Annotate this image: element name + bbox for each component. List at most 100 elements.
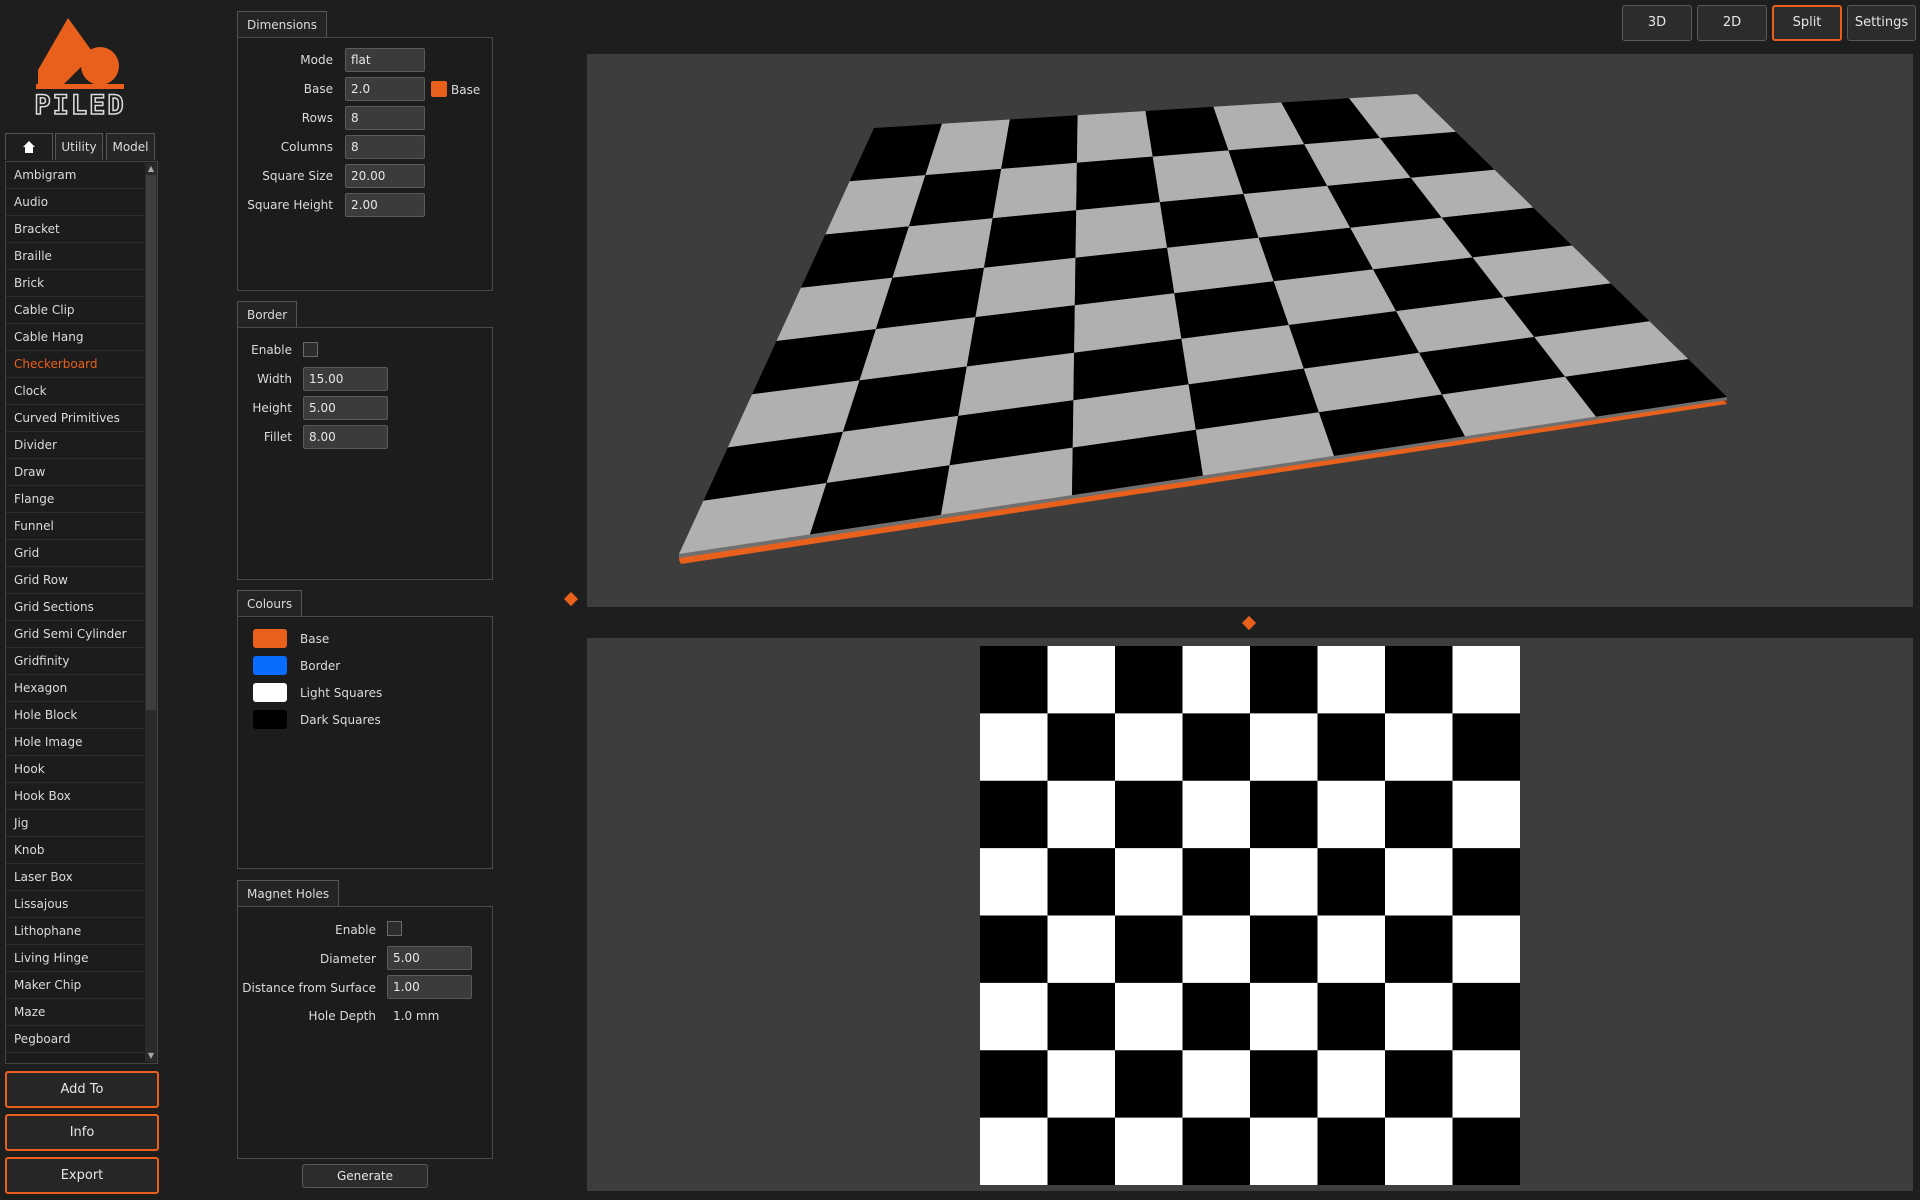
board-square [1317,848,1386,916]
settings-button[interactable]: Settings [1847,5,1916,41]
rows-input[interactable]: 8 [345,106,425,130]
list-item[interactable]: Lithophane [6,918,144,945]
list-item[interactable]: Maze [6,999,144,1026]
list-item[interactable]: Gridfinity [6,648,144,675]
board-square [1115,1050,1183,1119]
info-button[interactable]: Info [5,1114,159,1151]
border-fillet-input[interactable]: 8.00 [303,425,388,449]
board-square-3d [984,210,1077,268]
list-item[interactable]: Maker Chip [6,972,144,999]
colour-label: Border [300,659,341,673]
magnet-enable-label: Enable [335,923,376,937]
square-height-input[interactable]: 2.00 [345,193,425,217]
list-item[interactable]: Cable Clip [6,297,144,324]
mode-select[interactable]: flat [345,48,425,72]
list-item[interactable]: Funnel [6,513,144,540]
colour-swatch[interactable] [253,710,287,729]
view-3d-button[interactable]: 3D [1622,5,1692,41]
board-square [1452,982,1520,1051]
list-item[interactable]: Hole Image [6,729,144,756]
list-item[interactable]: Laser Box [6,864,144,891]
base-input[interactable]: 2.0 [345,77,425,101]
list-item[interactable]: Flange [6,486,144,513]
square-height-label: Square Height [247,198,333,212]
view-2d-button[interactable]: 2D [1697,5,1767,41]
board-square [1385,713,1453,782]
tab-home[interactable] [5,133,53,160]
list-item[interactable]: Bracket [6,216,144,243]
list-item[interactable]: Lissajous [6,891,144,918]
board-square [1182,1117,1251,1185]
view-split-button[interactable]: Split [1772,5,1842,41]
square-size-input[interactable]: 20.00 [345,164,425,188]
board-square-3d [1152,150,1244,203]
board-square [1452,713,1520,782]
add-to-button[interactable]: Add To [5,1071,159,1108]
list-item[interactable]: Hook Box [6,783,144,810]
list-item[interactable]: Cable Hang [6,324,144,351]
board-square [1115,1117,1183,1185]
board-square-3d [1076,156,1160,211]
model-list[interactable]: Ambigram Audio Bracket Braille Brick Cable Cl… [5,161,158,1064]
list-item[interactable]: Knob [6,837,144,864]
list-item[interactable]: Brick [6,270,144,297]
list-item[interactable]: Grid [6,540,144,567]
viewport-2d[interactable] [587,638,1913,1191]
list-item[interactable]: Living Hinge [6,945,144,972]
board-square [1115,780,1183,849]
viewport-3d[interactable] [587,54,1913,607]
tab-model[interactable]: Model [106,133,155,160]
list-item[interactable]: Hook [6,756,144,783]
distance-input[interactable]: 1.00 [387,975,472,999]
list-item[interactable]: Jig [6,810,144,837]
board-square [1250,713,1318,782]
magnet-enable-checkbox[interactable] [387,921,402,936]
list-item[interactable]: Grid Semi Cylinder [6,621,144,648]
board-square [1317,646,1386,714]
tab-utility[interactable]: Utility [55,133,103,160]
list-item[interactable]: Pegboard [6,1026,144,1053]
board-square [1452,1117,1520,1185]
diameter-label: Diameter [319,952,376,966]
list-item[interactable]: Draw [6,459,144,486]
board-square [1047,982,1116,1051]
colour-swatch[interactable] [253,629,287,648]
colour-swatch[interactable] [253,683,287,702]
board-square [1385,848,1453,916]
board-square [1452,1050,1520,1119]
generate-button[interactable]: Generate [302,1164,428,1188]
scroll-up-icon[interactable]: ▲ [146,164,156,174]
board-square [1047,713,1116,782]
list-item[interactable]: Checkerboard [6,351,144,378]
colour-swatch[interactable] [253,656,287,675]
split-handle-vertical[interactable] [563,591,579,607]
board-square [980,848,1048,916]
base-color-swatch[interactable] [431,81,447,97]
list-item[interactable]: Hexagon [6,675,144,702]
list-item[interactable]: Grid Sections [6,594,144,621]
list-item[interactable]: Divider [6,432,144,459]
dimensions-title: Dimensions [237,11,328,37]
list-item[interactable]: Hole Block [6,702,144,729]
scroll-down-icon[interactable]: ▼ [146,1051,156,1061]
export-button[interactable]: Export [5,1157,159,1194]
list-scrollbar-thumb[interactable] [146,175,156,710]
border-width-input[interactable]: 15.00 [303,367,388,391]
board-square-3d [992,162,1077,219]
list-item[interactable]: Grid Row [6,567,144,594]
board-square [1047,646,1116,714]
diameter-input[interactable]: 5.00 [387,946,472,970]
colours-title: Colours [237,590,303,616]
columns-input[interactable]: 8 [345,135,425,159]
list-item[interactable]: Ambigram [6,162,144,189]
split-handle-horizontal[interactable] [1241,615,1257,631]
board-square [1317,1117,1386,1185]
list-item[interactable]: Clock [6,378,144,405]
border-height-input[interactable]: 5.00 [303,396,388,420]
list-item[interactable]: Braille [6,243,144,270]
board-square [980,646,1048,714]
border-enable-checkbox[interactable] [303,342,318,357]
list-item[interactable]: Curved Primitives [6,405,144,432]
list-item[interactable]: Audio [6,189,144,216]
mode-label: Mode [300,53,333,67]
